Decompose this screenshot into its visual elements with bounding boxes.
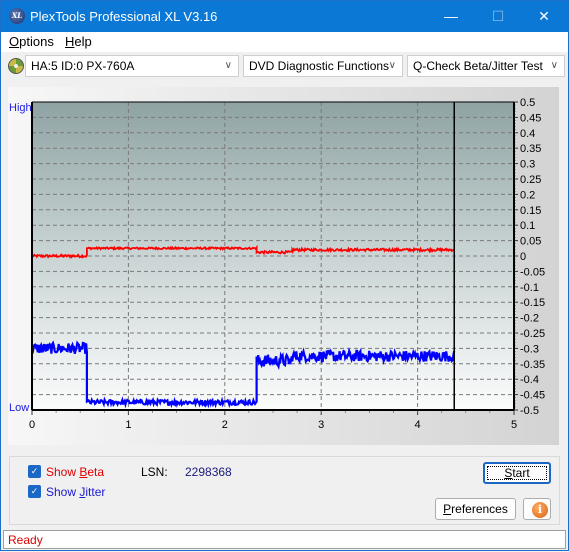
- x-tick-label: 3: [318, 419, 324, 431]
- y-tick-label: 0.5: [520, 97, 535, 109]
- y-tick-label: 0.2: [520, 189, 535, 201]
- info-icon: i: [532, 502, 548, 518]
- status-text: Ready: [8, 533, 43, 547]
- focus-rect: [487, 466, 547, 480]
- y-tick-label: 0.45: [520, 112, 541, 124]
- y-tick-label: 0.1: [520, 220, 535, 232]
- y-tick-label: 0.4: [520, 128, 535, 140]
- info-button[interactable]: i: [523, 498, 551, 520]
- y-tick-label: 0: [520, 251, 526, 263]
- y-tick-label: -0.15: [520, 297, 545, 309]
- y-tick-label: -0.05: [520, 266, 545, 278]
- check-icon: ✓: [30, 466, 39, 476]
- start-button[interactable]: Start: [483, 462, 551, 484]
- y-tick-label: -0.5: [520, 405, 539, 417]
- y-tick-label: -0.35: [520, 359, 545, 371]
- preferences-button[interactable]: Preferences: [435, 498, 516, 520]
- y-tick-label: 0.35: [520, 143, 541, 155]
- app-window: XL PlexTools Professional XL V3.16 — ☐ ✕…: [0, 0, 569, 551]
- y-tick-label: -0.3: [520, 343, 539, 355]
- y-tick-label: 0.05: [520, 236, 541, 248]
- y-tick-label: -0.45: [520, 390, 545, 402]
- y-tick-label: -0.1: [520, 282, 539, 294]
- x-tick-label: 0: [29, 419, 35, 431]
- lsn-value: 2298368: [185, 465, 232, 479]
- x-tick-label: 4: [415, 419, 421, 431]
- x-tick-label: 5: [511, 419, 517, 431]
- y-tick-label: 0.25: [520, 174, 541, 186]
- show-beta-label[interactable]: Show Beta: [46, 465, 104, 479]
- y-tick-label: -0.25: [520, 328, 545, 340]
- x-tick-label: 2: [222, 419, 228, 431]
- show-jitter-checkbox[interactable]: ✓: [28, 485, 41, 498]
- controls-panel: ✓ Show Beta ✓ Show Jitter LSN: 2298368 S…: [9, 456, 560, 525]
- lsn-label: LSN:: [141, 465, 168, 479]
- status-bar: Ready: [3, 530, 566, 549]
- y-tick-label: 0.15: [520, 205, 541, 217]
- x-tick-label: 1: [125, 419, 131, 431]
- y-tick-label: 0.3: [520, 159, 535, 171]
- y-tick-label: -0.2: [520, 313, 539, 325]
- show-beta-checkbox[interactable]: ✓: [28, 465, 41, 478]
- check-icon: ✓: [30, 486, 39, 496]
- show-jitter-label[interactable]: Show Jitter: [46, 485, 105, 499]
- y-tick-label: -0.4: [520, 374, 539, 386]
